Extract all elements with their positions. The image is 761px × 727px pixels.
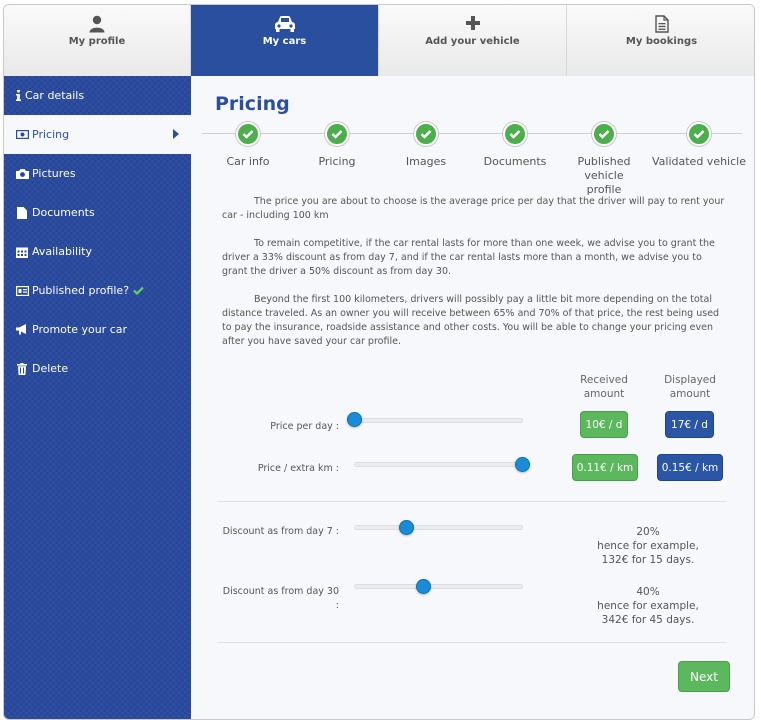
page-title: Pricing [215,93,290,115]
file-icon [15,206,29,220]
sidebar-item-delete[interactable]: Delete [4,349,191,388]
pricing-intro-text: The price you are about to choose is the… [222,196,725,221]
displayed-amount-header: Displayed amount [664,374,716,400]
price-per-day-displayed: 17€ / d [665,411,714,438]
tab-label: My bookings [625,36,698,47]
discount-day7-summary: 20% hence for example, 132€ for 15 days. [583,525,713,567]
discount-day30-example: 342€ for 45 days. [601,614,695,626]
sidebar-item-label: Pricing [32,128,70,141]
tab-label: My profile [68,36,126,47]
discount-day7-example: 132€ for 15 days. [601,554,695,566]
sidebar-item-documents[interactable]: Documents [4,193,191,232]
sidebar-item-car-details[interactable]: Car details [4,76,191,115]
sidebar-item-label: Promote your car [32,323,128,336]
sidebar-item-published-profile[interactable]: Published profile? [4,271,191,310]
price-extra-km-label: Price / extra km : [257,463,339,474]
step-validated-vehicle[interactable]: Validated vehicle [647,122,751,169]
discount-day30-note: hence for example, [597,600,699,612]
discount-day30-label: Discount as from day 30 : [222,586,339,611]
step-car-info[interactable]: Car info [198,122,298,169]
money-icon [15,128,29,142]
main-content: Pricing Car info Pricing Images Document… [191,76,754,719]
step-label: Validated vehicle [652,155,746,168]
check-icon [503,122,527,146]
sidebar-item-label: Availability [32,245,92,258]
sidebar-item-availability[interactable]: Availability [4,232,191,271]
step-images[interactable]: Images [376,122,476,169]
camera-icon [15,167,29,181]
price-per-day-label: Price per day : [270,421,339,432]
id-card-icon [15,284,29,298]
check-icon [133,286,144,295]
app-frame: My profile My cars Add your vehicle My b… [3,4,755,720]
plus-icon [379,15,566,33]
sidebar-item-pricing[interactable]: Pricing [4,115,191,154]
sidebar-item-promote-your-car[interactable]: Promote your car [4,310,191,349]
received-amount-header: Received amount [580,374,628,400]
chevron-right-icon [173,129,179,139]
info-icon [15,89,22,103]
discount-day7-value: 20% [636,526,660,538]
discount-day30-summary: 40% hence for example, 342€ for 45 days. [583,585,713,627]
check-icon [687,122,711,146]
step-label: Documents [483,155,547,168]
price-extra-km-received: 0.11€ / km [572,454,638,481]
discount-day7-slider-handle[interactable] [399,520,415,535]
step-label: Images [405,155,447,168]
sidebar-item-label: Delete [32,362,69,375]
discount-day7-label: Discount as from day 7 : [222,526,339,537]
sidebar-item-label: Published profile? [32,284,130,297]
sidebar: Car details Pricing Pictures Documents A… [4,76,191,719]
user-icon [4,15,190,33]
check-icon [325,122,349,146]
car-icon [191,15,378,33]
sidebar-item-label: Documents [32,206,95,219]
discount-day30-slider-handle[interactable] [415,579,431,594]
discount-advice-text: To remain competitive, if the car rental… [222,238,715,277]
megaphone-icon [15,323,29,337]
step-documents[interactable]: Documents [465,122,565,169]
sidebar-item-label: Pictures [32,167,76,180]
sidebar-item-label: Car details [25,89,85,102]
step-label: Published vehicle profile [577,155,631,196]
step-label: Car info [226,155,270,168]
step-pricing[interactable]: Pricing [287,122,387,169]
price-extra-km-slider[interactable] [354,462,523,467]
sidebar-item-pictures[interactable]: Pictures [4,154,191,193]
calendar-icon [15,245,29,259]
tab-my-profile[interactable]: My profile [4,5,191,76]
price-extra-km-displayed: 0.15€ / km [657,454,723,481]
top-tabs: My profile My cars Add your vehicle My b… [4,5,754,76]
check-icon [414,122,438,146]
extra-km-text: Beyond the first 100 kilometers, drivers… [222,294,720,347]
check-icon [236,122,260,146]
tab-label: My cars [262,36,307,47]
check-icon [592,122,616,146]
price-extra-km-slider-handle[interactable] [515,457,530,472]
document-icon [567,15,754,33]
next-button[interactable]: Next [678,661,730,692]
discount-day30-slider[interactable] [354,584,523,589]
step-published-vehicle-profile[interactable]: Published vehicle profile [554,122,654,197]
tab-my-cars[interactable]: My cars [191,5,379,76]
price-per-day-received: 10€ / d [580,411,628,438]
discount-day7-slider[interactable] [354,525,523,530]
tab-my-bookings[interactable]: My bookings [567,5,754,76]
discount-day30-value: 40% [636,586,660,598]
divider [217,642,727,643]
divider [217,501,727,502]
discount-day7-note: hence for example, [597,540,699,552]
tab-add-your-vehicle[interactable]: Add your vehicle [379,5,567,76]
tab-label: Add your vehicle [425,36,520,47]
price-per-day-slider[interactable] [354,418,523,423]
trash-icon [15,362,29,376]
step-label: Pricing [318,155,356,168]
price-per-day-slider-handle[interactable] [347,412,362,427]
